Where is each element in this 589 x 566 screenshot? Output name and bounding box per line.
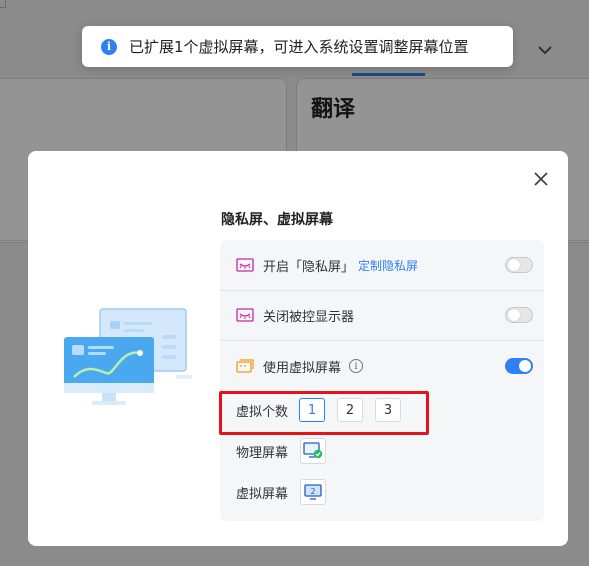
virtual-monitor-2-icon: 2 [304,484,322,500]
use-virtual-screen-toggle[interactable] [505,358,533,374]
toast-message: 已扩展1个虚拟屏幕，可进入系统设置调整屏幕位置 [129,38,469,56]
privacy-screen-icon [236,258,254,272]
virtual-screen-icon [236,359,254,373]
virtual-screen-badge: 2 [310,487,315,496]
turn-off-controlled-display-toggle[interactable] [505,307,533,323]
virtual-count-label: 虚拟个数 [236,404,289,420]
virtual-count-row: 虚拟个数 1 2 3 [236,398,413,422]
virtual-count-option-1[interactable]: 1 [299,398,326,422]
info-icon[interactable]: i [349,359,364,373]
privacy-screen-icon [236,308,254,322]
info-icon: i [101,38,117,55]
physical-monitor-check-icon [303,442,323,459]
toast-notification: i 已扩展1个虚拟屏幕，可进入系统设置调整屏幕位置 [82,26,513,67]
close-icon[interactable] [531,169,551,189]
use-virtual-screen-row: 使用虚拟屏幕 i [220,341,544,391]
virtual-count-option-3[interactable]: 3 [375,398,402,422]
dual-monitor-illustration [64,308,192,405]
virtual-screen-row: 虚拟屏幕 2 [236,479,327,505]
virtual-count-option-2[interactable]: 2 [337,398,364,422]
privacy-virtual-screen-dialog: 隐私屏、虚拟屏幕 开启「隐私屏」 定制隐私屏 关闭被控显示器 使用虚拟屏幕 i … [28,151,568,546]
settings-panel: 开启「隐私屏」 定制隐私屏 关闭被控显示器 使用虚拟屏幕 i 虚拟个数 1 2 … [220,240,544,521]
customize-privacy-screen-link[interactable]: 定制隐私屏 [358,257,418,274]
privacy-screen-label: 开启「隐私屏」 [263,259,355,275]
virtual-screen-tile[interactable]: 2 [300,479,327,505]
turn-off-controlled-display-label: 关闭被控显示器 [263,309,355,325]
privacy-screen-toggle[interactable] [505,257,533,273]
use-virtual-screen-label: 使用虚拟屏幕 [263,360,342,376]
toggle-knob [519,360,531,372]
virtual-screen-label: 虚拟屏幕 [236,486,289,502]
physical-screen-label: 物理屏幕 [236,445,289,461]
privacy-screen-row: 开启「隐私屏」 定制隐私屏 [220,240,544,290]
toggle-knob [508,309,520,321]
toggle-knob [508,259,520,271]
turn-off-controlled-display-row: 关闭被控显示器 [220,290,544,340]
physical-screen-tile[interactable] [300,438,327,464]
physical-screen-row: 物理屏幕 [236,438,327,464]
section-title: 隐私屏、虚拟屏幕 [221,212,333,228]
